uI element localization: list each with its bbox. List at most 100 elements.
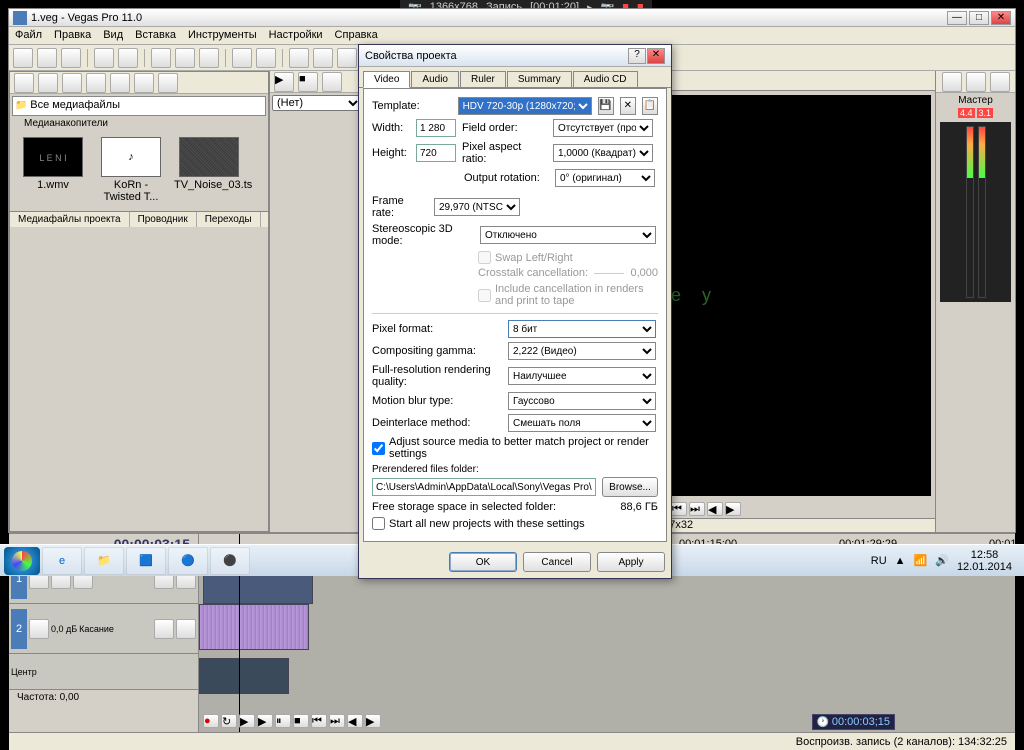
menu-options[interactable]: Настройки: [269, 29, 323, 42]
snap-button[interactable]: [289, 48, 309, 68]
cut-button[interactable]: [151, 48, 171, 68]
tray-lang[interactable]: RU: [871, 555, 887, 567]
adjust-source-checkbox[interactable]: [372, 442, 385, 455]
tl-start-button[interactable]: ⏮: [311, 714, 327, 728]
width-input[interactable]: [416, 119, 456, 137]
fps-select[interactable]: 29,970 (NTSC): [434, 198, 520, 216]
timeline-position[interactable]: 🕐 00:00:03;15: [812, 714, 895, 730]
s3d-select[interactable]: Отключено: [480, 226, 656, 244]
maximize-button[interactable]: □: [969, 11, 989, 25]
track-header-2[interactable]: 2 0,0 дБ Касание: [9, 604, 198, 654]
tab-project-media[interactable]: Медиафайлы проекта: [10, 212, 130, 227]
taskbar-app-icon[interactable]: 🟦: [126, 547, 166, 575]
system-tray[interactable]: RU ▲ 📶 🔊 12:58 12.01.2014: [863, 549, 1020, 573]
trim-loop-button[interactable]: [322, 72, 342, 92]
autoripple-button[interactable]: [337, 48, 357, 68]
taskbar-chrome-icon[interactable]: 🔵: [168, 547, 208, 575]
tab-audio[interactable]: Audio: [411, 71, 459, 87]
start-all-checkbox[interactable]: [372, 517, 385, 530]
mixer-props-button[interactable]: [966, 72, 986, 92]
tab-video[interactable]: Video: [363, 71, 410, 88]
tl-pause-button[interactable]: ⏸: [275, 714, 291, 728]
apply-button[interactable]: Apply: [597, 552, 665, 572]
go-start-button[interactable]: ⏮: [671, 502, 687, 516]
titlebar[interactable]: 1.veg - Vegas Pro 11.0 — □ ✕: [9, 9, 1015, 27]
cancel-button[interactable]: Cancel: [523, 552, 591, 572]
track-fx-icon[interactable]: [29, 619, 49, 639]
taskbar-ie-icon[interactable]: e: [42, 547, 82, 575]
minimize-button[interactable]: —: [947, 11, 967, 25]
go-end-button[interactable]: ⏭: [689, 502, 705, 516]
trim-play-button[interactable]: ▶: [274, 72, 294, 92]
media-fx-button[interactable]: [134, 73, 154, 93]
motionblur-select[interactable]: Гауссово: [508, 392, 656, 410]
media-views-button[interactable]: [158, 73, 178, 93]
height-input[interactable]: [416, 144, 456, 162]
paste-button[interactable]: [199, 48, 219, 68]
media-remove-button[interactable]: [86, 73, 106, 93]
autocrossfade-button[interactable]: [313, 48, 333, 68]
dialog-titlebar[interactable]: Свойства проекта ? ✕: [359, 45, 671, 67]
pixelformat-select[interactable]: 8 бит: [508, 320, 656, 338]
track-solo-icon[interactable]: [176, 619, 196, 639]
media-tree-sub[interactable]: Медианакопители: [10, 118, 268, 129]
tab-explorer[interactable]: Проводник: [130, 212, 197, 227]
gamma-select[interactable]: 2,222 (Видео): [508, 342, 656, 360]
tray-time[interactable]: 12:58: [957, 549, 1012, 561]
trim-stop-button[interactable]: ■: [298, 72, 318, 92]
media-capture-button[interactable]: [38, 73, 58, 93]
quality-select[interactable]: Наилучшее: [508, 367, 656, 385]
tray-network-icon[interactable]: 📶: [914, 554, 928, 567]
rotation-select[interactable]: 0° (оригинал): [555, 169, 655, 187]
tab-audiocd[interactable]: Audio CD: [573, 71, 638, 87]
redo-button[interactable]: [256, 48, 276, 68]
deinterlace-select[interactable]: Смешать поля: [508, 414, 656, 432]
taskbar-explorer-icon[interactable]: 📁: [84, 547, 124, 575]
tl-play-start-button[interactable]: ▶: [239, 714, 255, 728]
video-clip-2[interactable]: [199, 658, 289, 694]
media-get-button[interactable]: [62, 73, 82, 93]
properties-button[interactable]: [118, 48, 138, 68]
track-header-3[interactable]: Центр: [9, 654, 198, 690]
close-button[interactable]: ✕: [991, 11, 1011, 25]
media-thumb[interactable]: L E N I1.wmv: [18, 137, 88, 203]
taskbar-vegas-icon[interactable]: ⚫: [210, 547, 250, 575]
menu-insert[interactable]: Вставка: [135, 29, 176, 42]
save-template-icon[interactable]: 💾: [598, 97, 614, 115]
tl-play-button[interactable]: ▶: [257, 714, 273, 728]
media-thumb[interactable]: ♪KoRn - Twisted T...: [96, 137, 166, 203]
tray-date[interactable]: 12.01.2014: [957, 561, 1012, 573]
save-button[interactable]: [61, 48, 81, 68]
delete-template-icon[interactable]: ✕: [620, 97, 636, 115]
fieldorder-select[interactable]: Отсутствует (прогрессивная): [553, 119, 653, 137]
template-select[interactable]: HDV 720-30p (1280x720; 29,970 кадр/с): [458, 97, 592, 115]
par-select[interactable]: 1,0000 (Квадрат): [553, 144, 653, 162]
menu-edit[interactable]: Правка: [54, 29, 91, 42]
undo-button[interactable]: [232, 48, 252, 68]
media-import-button[interactable]: [14, 73, 34, 93]
media-props-button[interactable]: [110, 73, 130, 93]
tray-flag-icon[interactable]: ▲: [895, 555, 906, 567]
mixer-dim-button[interactable]: [990, 72, 1010, 92]
copy-button[interactable]: [175, 48, 195, 68]
trimmer-select[interactable]: (Нет): [272, 95, 362, 111]
prerendered-path-input[interactable]: [372, 478, 596, 496]
tl-loop-button[interactable]: ↻: [221, 714, 237, 728]
tab-summary[interactable]: Summary: [507, 71, 572, 87]
prev-frame-button[interactable]: ◀: [707, 502, 723, 516]
track-mute-icon[interactable]: [154, 619, 174, 639]
match-media-icon[interactable]: 📋: [642, 97, 658, 115]
tl-stop-button[interactable]: ■: [293, 714, 309, 728]
browse-button[interactable]: Browse...: [602, 477, 658, 497]
audio-clip[interactable]: [199, 604, 309, 650]
menu-help[interactable]: Справка: [335, 29, 378, 42]
tl-next-button[interactable]: ▶: [365, 714, 381, 728]
media-tree[interactable]: 📁 Все медиафайлы: [12, 96, 266, 116]
menu-file[interactable]: Файл: [15, 29, 42, 42]
media-thumb[interactable]: TV_Noise_03.ts: [174, 137, 244, 203]
render-button[interactable]: [94, 48, 114, 68]
tl-prev-button[interactable]: ◀: [347, 714, 363, 728]
tl-record-button[interactable]: ●: [203, 714, 219, 728]
open-button[interactable]: [37, 48, 57, 68]
start-button[interactable]: [4, 547, 40, 575]
